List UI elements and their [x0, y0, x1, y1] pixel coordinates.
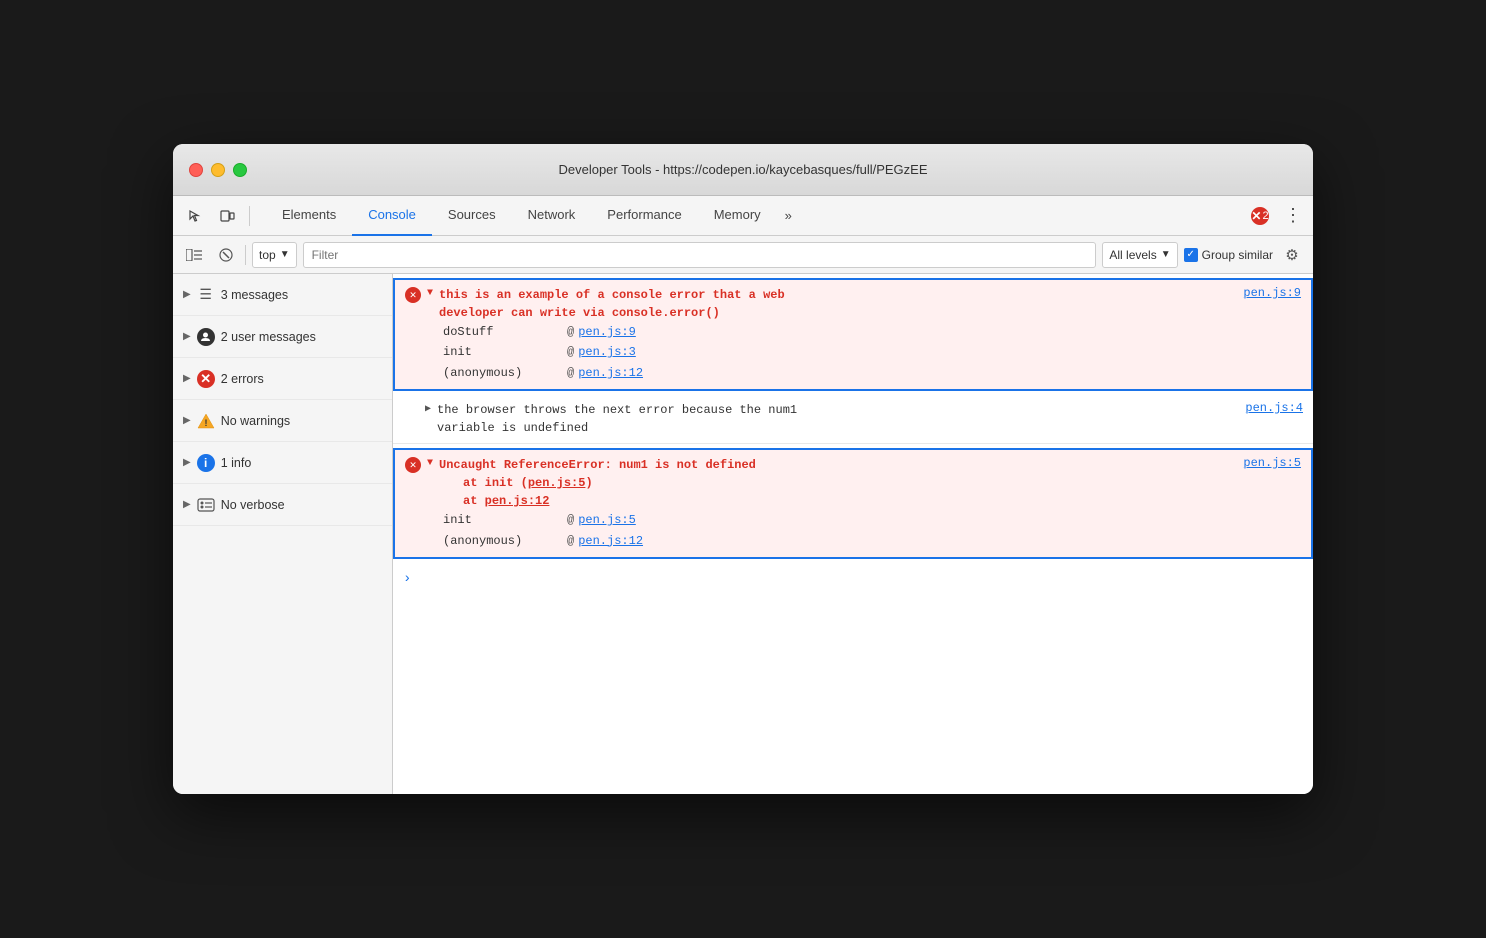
tab-memory[interactable]: Memory [698, 196, 777, 236]
expand-triangle-icon[interactable]: ▼ [427, 458, 433, 469]
sidebar-errors-label: 2 errors [221, 372, 264, 386]
stack-link[interactable]: pen.js:12 [578, 363, 643, 383]
sidebar-messages-label: 3 messages [221, 288, 288, 302]
inline-link[interactable]: pen.js:5 [528, 476, 586, 490]
tab-sources[interactable]: Sources [432, 196, 512, 236]
error-icon: ✕ [405, 457, 421, 473]
log-entry-info: ▶ the browser throws the next error beca… [393, 395, 1313, 444]
prompt-arrow-icon: › [403, 571, 411, 587]
group-similar-label: Group similar [1202, 248, 1273, 262]
sidebar: ▶ ☰ 3 messages ▶ 2 user messages [173, 274, 393, 794]
collapse-triangle-icon[interactable]: ▶ [425, 403, 431, 415]
expand-arrow-icon: ▶ [183, 331, 191, 342]
log-stack-trace: doStuff @ pen.js:9 init @ pen.js:3 (anon… [443, 322, 1301, 383]
log-entry-error-2: ✕ ▼ Uncaught ReferenceError: num1 is not… [393, 448, 1313, 559]
log-info-text: the browser throws the next error becaus… [437, 401, 1239, 437]
stack-link[interactable]: pen.js:3 [578, 342, 636, 362]
stack-line: init @ pen.js:3 [443, 342, 1301, 362]
levels-dropdown[interactable]: All levels ▼ [1102, 242, 1177, 268]
expand-arrow-icon: ▶ [183, 499, 191, 510]
stack-link[interactable]: pen.js:9 [578, 322, 636, 342]
error-icon: ✕ [405, 287, 421, 303]
tab-more-button[interactable]: » [777, 196, 800, 236]
log-error-text-2: Uncaught ReferenceError: num1 is not def… [439, 456, 1237, 510]
context-dropdown[interactable]: top ▼ [252, 242, 297, 268]
sidebar-item-verbose[interactable]: ▶ No verbose [173, 484, 392, 526]
user-messages-icon [197, 328, 215, 346]
tab-console[interactable]: Console [352, 196, 432, 236]
error-icon-sm: ✕ [1251, 209, 1261, 223]
stack-link[interactable]: pen.js:5 [578, 510, 636, 530]
toolbar-separator [249, 206, 250, 226]
log-location-link[interactable]: pen.js:5 [1243, 456, 1301, 470]
expand-arrow-icon: ▶ [183, 289, 191, 300]
levels-arrow-icon: ▼ [1161, 249, 1171, 260]
log-header: ✕ ▼ Uncaught ReferenceError: num1 is not… [405, 456, 1301, 510]
expand-arrow-icon: ▶ [183, 457, 191, 468]
verbose-icon [197, 496, 215, 514]
traffic-lights [189, 163, 247, 177]
close-button[interactable] [189, 163, 203, 177]
window-title: Developer Tools - https://codepen.io/kay… [558, 162, 927, 177]
stack-line: (anonymous) @ pen.js:12 [443, 363, 1301, 383]
sidebar-item-warnings[interactable]: ▶ ! No warnings [173, 400, 392, 442]
group-similar-checkbox[interactable]: ✓ Group similar [1184, 248, 1273, 262]
titlebar: Developer Tools - https://codepen.io/kay… [173, 144, 1313, 196]
log-location-link[interactable]: pen.js:4 [1245, 401, 1303, 415]
clear-console-button[interactable] [213, 242, 239, 268]
minimize-button[interactable] [211, 163, 225, 177]
inline-link-2[interactable]: pen.js:12 [485, 494, 550, 508]
settings-gear-button[interactable]: ⚙ [1279, 242, 1305, 268]
dropdown-arrow-icon: ▼ [280, 249, 290, 260]
filter-bar: top ▼ All levels ▼ ✓ Group similar ⚙ [173, 236, 1313, 274]
messages-icon: ☰ [197, 286, 215, 304]
sidebar-warnings-label: No warnings [221, 414, 290, 428]
tab-bar: Elements Console Sources Network Perform… [258, 196, 1247, 236]
expand-arrow-icon: ▶ [183, 415, 191, 426]
inspect-element-button[interactable] [181, 203, 209, 229]
tab-performance[interactable]: Performance [591, 196, 697, 236]
filter-separator [245, 245, 246, 265]
svg-text:!: ! [204, 418, 207, 428]
sidebar-item-info[interactable]: ▶ i 1 info [173, 442, 392, 484]
info-icon: i [197, 454, 215, 472]
sidebar-toggle-button[interactable] [181, 242, 207, 268]
main-content: ▶ ☰ 3 messages ▶ 2 user messages [173, 274, 1313, 794]
log-header: ▶ the browser throws the next error beca… [403, 401, 1303, 437]
checkbox-icon: ✓ [1184, 248, 1198, 262]
sidebar-item-user-messages[interactable]: ▶ 2 user messages [173, 316, 392, 358]
stack-line: (anonymous) @ pen.js:12 [443, 531, 1301, 551]
log-location-link[interactable]: pen.js:9 [1243, 286, 1301, 300]
log-stack-trace-2: init @ pen.js:5 (anonymous) @ pen.js:12 [443, 510, 1301, 551]
sidebar-info-label: 1 info [221, 456, 252, 470]
stack-link[interactable]: pen.js:12 [578, 531, 643, 551]
console-output: ✕ ▼ this is an example of a console erro… [393, 274, 1313, 794]
sidebar-item-messages[interactable]: ▶ ☰ 3 messages [173, 274, 392, 316]
toolbar: Elements Console Sources Network Perform… [173, 196, 1313, 236]
errors-icon: ✕ [197, 370, 215, 388]
expand-triangle-icon[interactable]: ▼ [427, 288, 433, 299]
log-header: ✕ ▼ this is an example of a console erro… [405, 286, 1301, 322]
filter-input[interactable] [303, 242, 1097, 268]
console-prompt: › [393, 563, 1313, 595]
stack-line: doStuff @ pen.js:9 [443, 322, 1301, 342]
log-error-text: this is an example of a console error th… [439, 286, 1237, 322]
sidebar-user-messages-label: 2 user messages [221, 330, 316, 344]
log-entry-error-1: ✕ ▼ this is an example of a console erro… [393, 278, 1313, 391]
tab-network[interactable]: Network [512, 196, 592, 236]
tab-elements[interactable]: Elements [266, 196, 352, 236]
warnings-icon: ! [197, 412, 215, 430]
kebab-menu-button[interactable]: ⋮ [1281, 198, 1305, 234]
sidebar-verbose-label: No verbose [221, 498, 285, 512]
sidebar-item-errors[interactable]: ▶ ✕ 2 errors [173, 358, 392, 400]
expand-arrow-icon: ▶ [183, 373, 191, 384]
devtools-window: Developer Tools - https://codepen.io/kay… [173, 144, 1313, 794]
error-count-badge: ✕ 2 [1251, 207, 1269, 225]
device-toggle-button[interactable] [213, 203, 241, 229]
stack-line: init @ pen.js:5 [443, 510, 1301, 530]
maximize-button[interactable] [233, 163, 247, 177]
